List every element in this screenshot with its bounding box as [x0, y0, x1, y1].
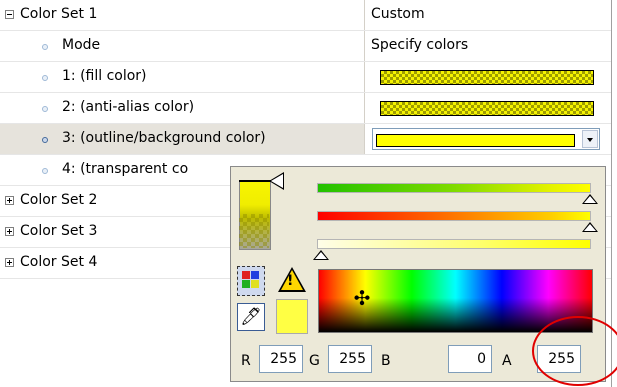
row-label: 4: (transparent co	[62, 161, 189, 177]
expand-icon[interactable]	[5, 258, 14, 267]
row-label: Color Set 3	[20, 223, 98, 239]
row-anti-alias-color[interactable]: 2: (anti-alias color)	[0, 93, 611, 124]
saturation-slider-thumb[interactable]	[313, 250, 329, 260]
row-fill-color[interactable]: 1: (fill color)	[0, 62, 611, 93]
chevron-down-icon[interactable]	[582, 130, 598, 148]
row-label: Color Set 2	[20, 192, 98, 208]
b-input[interactable]: 0	[448, 345, 492, 373]
red-slider[interactable]	[317, 211, 591, 221]
row-value: Custom	[371, 6, 425, 22]
bullet-icon	[42, 44, 48, 50]
expand-icon[interactable]	[5, 227, 14, 236]
eyedropper-button[interactable]: 🖊	[237, 303, 265, 331]
collapse-icon[interactable]	[5, 10, 14, 19]
r-input[interactable]: 255	[259, 345, 303, 373]
eyedropper-icon: 🖊	[240, 307, 262, 327]
row-value: Specify colors	[371, 37, 469, 53]
bullet-icon	[42, 106, 48, 112]
green-slider-thumb[interactable]	[582, 194, 598, 204]
g-label: G	[309, 353, 320, 369]
selected-color-swatch	[376, 134, 575, 147]
red-slider-thumb[interactable]	[582, 222, 598, 232]
alpha-preview-checker	[239, 214, 269, 248]
row-color-set-1[interactable]: Color Set 1 Custom	[0, 0, 611, 31]
expand-icon[interactable]	[5, 196, 14, 205]
warning-symbol: !	[287, 273, 294, 289]
green-slider[interactable]	[317, 183, 591, 193]
a-label: A	[502, 353, 512, 369]
saturation-slider[interactable]	[317, 239, 591, 249]
bullet-icon	[42, 137, 48, 143]
color-dropdown[interactable]	[372, 128, 600, 150]
crosshair-icon[interactable]: ✣	[351, 287, 373, 309]
palette-icon	[242, 271, 250, 279]
color-swatch	[380, 70, 594, 85]
row-mode[interactable]: Mode Specify colors	[0, 31, 611, 62]
g-input[interactable]: 255	[328, 345, 372, 373]
highlight-circle	[532, 316, 617, 386]
color-swatch	[380, 101, 594, 116]
bullet-icon	[42, 168, 48, 174]
color-mode-button[interactable]	[237, 266, 265, 296]
row-outline-background-color[interactable]: 3: (outline/background color)	[0, 124, 611, 155]
current-color-swatch	[276, 299, 308, 334]
row-label: 2: (anti-alias color)	[62, 99, 195, 115]
b-label: B	[381, 353, 391, 369]
row-label: 3: (outline/background color)	[62, 130, 266, 146]
alpha-marker-icon[interactable]	[269, 172, 284, 190]
row-label: 1: (fill color)	[62, 68, 147, 84]
row-label: Color Set 1	[20, 6, 98, 22]
row-label: Mode	[62, 37, 101, 53]
r-label: R	[241, 353, 251, 369]
row-label: Color Set 4	[20, 254, 98, 270]
bullet-icon	[42, 75, 48, 81]
